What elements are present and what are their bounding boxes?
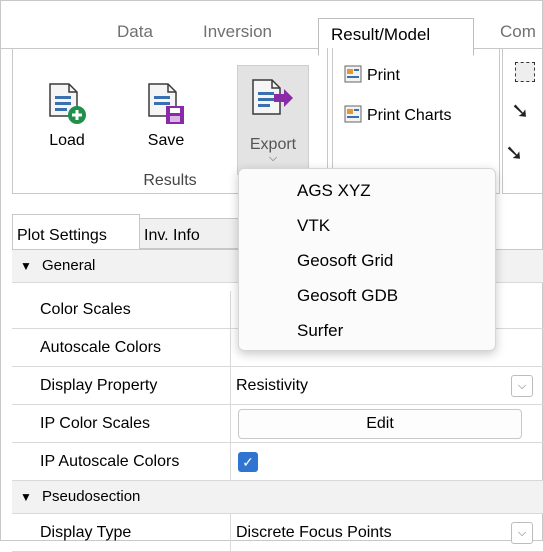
- property-name: IP Autoscale Colors: [40, 453, 180, 470]
- property-name: Display Type: [40, 524, 132, 541]
- menu-item-geosoft-gdb[interactable]: Geosoft GDB: [297, 286, 398, 306]
- load-button[interactable]: Load: [31, 60, 103, 160]
- tab-inversion[interactable]: Inversion: [203, 22, 272, 42]
- load-icon: [49, 83, 86, 124]
- menu-item-ags-xyz[interactable]: AGS XYZ: [297, 181, 371, 201]
- triangle-down-icon[interactable]: ▼: [20, 259, 32, 273]
- property-name: Color Scales: [40, 301, 131, 318]
- grid-divider: [230, 329, 231, 367]
- save-button[interactable]: Save: [130, 60, 202, 160]
- chevron-down-icon: ⌵: [268, 152, 278, 164]
- pointer-add-icon[interactable]: ➘: [505, 140, 523, 166]
- category-pseudosection[interactable]: ▼ Pseudosection: [12, 481, 543, 514]
- tab-plot-settings[interactable]: Plot Settings: [12, 214, 140, 249]
- export-menu: AGS XYZ VTK Geosoft Grid Geosoft GDB Sur…: [238, 168, 496, 351]
- menu-item-geosoft-grid[interactable]: Geosoft Grid: [297, 251, 393, 271]
- print-charts-icon: [344, 105, 362, 123]
- tab-result-model-label: Result/Model: [331, 25, 431, 44]
- export-button[interactable]: Export ⌵: [237, 65, 309, 175]
- display-property-value: Resistivity: [236, 377, 309, 394]
- property-name: Autoscale Colors: [40, 339, 161, 356]
- category-pseudosection-label: Pseudosection: [42, 488, 141, 505]
- menu-item-vtk[interactable]: VTK: [297, 216, 330, 236]
- grid-divider: [230, 367, 231, 405]
- grid-divider: [230, 291, 231, 329]
- dropdown-chevron-icon[interactable]: ⌵: [511, 375, 533, 397]
- tab-inv-info[interactable]: Inv. Info: [140, 218, 244, 249]
- select-rectangle-icon[interactable]: [515, 62, 535, 82]
- save-icon: [148, 83, 184, 124]
- display-type-value: Discrete Focus Points: [236, 524, 392, 541]
- export-icon: [252, 79, 293, 115]
- load-label: Load: [49, 132, 85, 149]
- ribbon-tabbar: Data Inversion Result/Model Com: [0, 12, 543, 56]
- property-name: Display Property: [40, 377, 158, 394]
- triangle-down-icon[interactable]: ▼: [20, 490, 32, 504]
- property-name: IP Color Scales: [40, 415, 150, 432]
- print-button[interactable]: Print: [343, 64, 400, 85]
- print-icon: [344, 65, 362, 83]
- ip-color-scales-edit-button[interactable]: Edit: [238, 409, 522, 439]
- property-row-display-type[interactable]: Display Type Discrete Focus Points ⌵: [12, 514, 543, 552]
- selection-group: ➘ ➘: [502, 48, 543, 194]
- grid-divider: [230, 443, 231, 481]
- ip-autoscale-colors-checkbox[interactable]: ✓: [238, 452, 258, 472]
- property-row-ip-autoscale-colors[interactable]: IP Autoscale Colors ✓: [12, 443, 543, 481]
- property-row-ip-color-scales[interactable]: IP Color Scales Edit: [12, 405, 543, 443]
- property-row-display-property[interactable]: Display Property Resistivity ⌵: [12, 367, 543, 405]
- print-charts-button[interactable]: Print Charts: [343, 104, 451, 125]
- menu-item-surfer[interactable]: Surfer: [297, 321, 343, 341]
- grid-divider: [230, 405, 231, 443]
- tab-com[interactable]: Com: [500, 22, 536, 42]
- print-charts-label: Print Charts: [367, 107, 452, 124]
- tab-data[interactable]: Data: [117, 22, 153, 42]
- save-label: Save: [147, 132, 185, 149]
- pointer-select-icon[interactable]: ➘: [511, 98, 529, 124]
- grid-divider: [230, 514, 231, 552]
- print-label: Print: [367, 67, 400, 84]
- category-general-label: General: [42, 257, 96, 274]
